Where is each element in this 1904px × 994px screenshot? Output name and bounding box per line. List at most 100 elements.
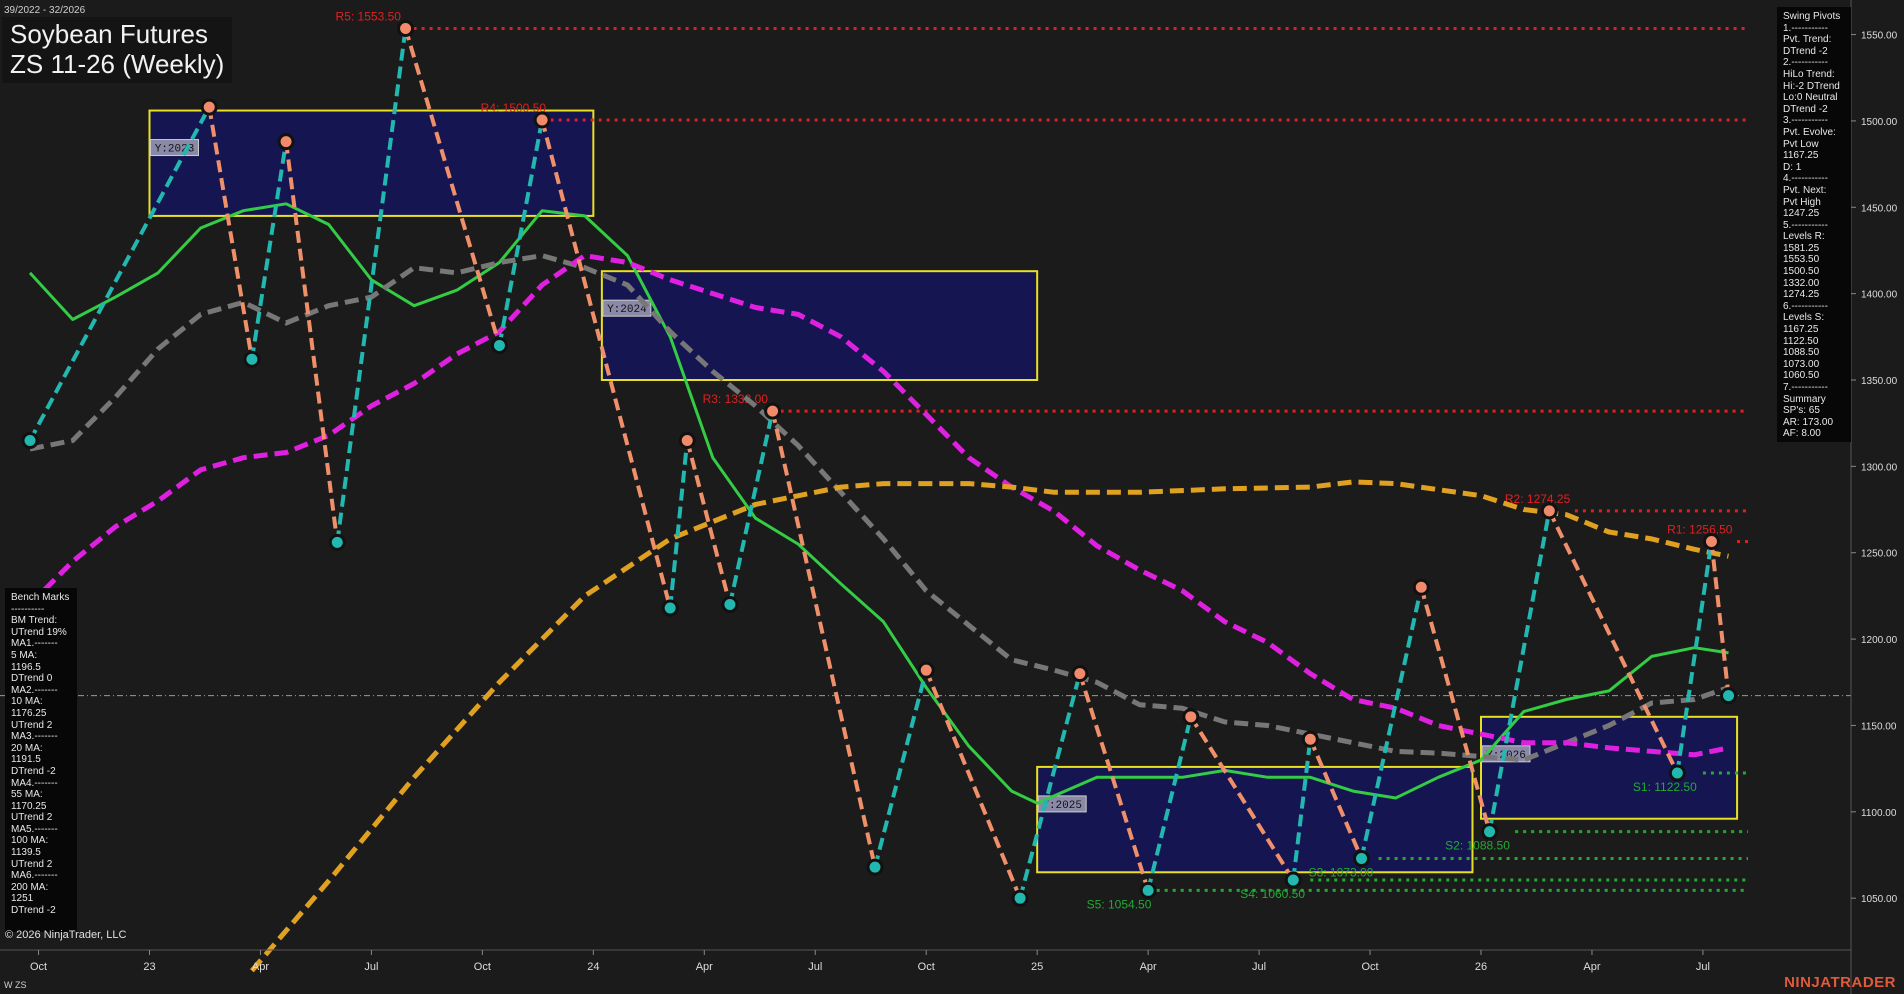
year-box-label: Y:2025 (1042, 800, 1082, 812)
support-label: S2: 1088.50 (1445, 839, 1510, 853)
pivot-low-marker (721, 596, 739, 614)
panel-line: 1122.50 (1783, 335, 1819, 347)
y-tick-label: 1500.00 (1861, 117, 1898, 128)
panel-line: D: 1 (1783, 161, 1802, 173)
panel-line: 6.----------- (1783, 300, 1828, 312)
panel-line: MA6.------- (11, 870, 58, 882)
panel-line: 1332.00 (1783, 277, 1820, 289)
panel-line: 100 MA: (11, 835, 49, 847)
ninjatrader-logo: NINJATRADER (1784, 974, 1896, 991)
x-tick-label: 24 (587, 961, 599, 973)
panel-line: UTrend 2 (11, 858, 53, 870)
panel-line: 1176.25 (11, 707, 47, 719)
panel-line: MA3.------- (11, 731, 58, 743)
y-tick-label: 1200.00 (1861, 635, 1898, 646)
panel-line: 1553.50 (1783, 254, 1820, 266)
y-tick-label: 1450.00 (1861, 203, 1898, 214)
x-tick-label: Apr (696, 961, 713, 973)
panel-line: Pvt. Evolve: (1783, 126, 1836, 138)
pivot-low-marker (661, 599, 679, 617)
pivot-high-marker (1182, 708, 1200, 726)
panel-line: 7.----------- (1783, 382, 1828, 393)
swing-pivots-panel: Swing Pivots 1.----------- Pvt. Trend: DTre… (1777, 7, 1851, 442)
pivot-low-marker (1011, 889, 1029, 907)
panel-line: 1581.25 (1783, 242, 1820, 254)
pivot-high-marker (1702, 533, 1720, 550)
panel-line: 1088.50 (1783, 347, 1820, 359)
x-tick-label: Apr (1140, 961, 1157, 973)
panel-line: Pvt Low (1783, 138, 1819, 150)
bench-marks-panel: Bench Marks ---------- BM Trend: UTrend 19%… (5, 588, 77, 932)
pivot-low-marker (1284, 871, 1302, 889)
resistance-label: R4: 1500.50 (481, 101, 547, 115)
symbol-tag: W ZS (4, 980, 27, 990)
panel-line: 5 MA: (11, 649, 38, 661)
x-tick-label: Oct (1361, 961, 1378, 973)
y-tick-label: 1350.00 (1861, 376, 1898, 387)
panel-line: Swing Pivots (1783, 11, 1841, 22)
panel-line: Levels S: (1783, 312, 1825, 324)
pivot-low-marker (866, 858, 884, 876)
copyright-text: © 2026 NinjaTrader, LLC (5, 929, 127, 941)
contract-name: ZS 11-26 (Weekly) (10, 49, 225, 79)
panel-line: MA2.------- (11, 684, 58, 696)
panel-line: 4.----------- (1783, 173, 1828, 185)
pivot-low-marker (1139, 881, 1157, 899)
panel-line: MA1.------- (11, 638, 58, 650)
panel-line: DTrend -2 (11, 765, 56, 777)
panel-line: 1139.5 (11, 847, 41, 859)
x-tick-label: Apr (252, 961, 269, 973)
resistance-label: R2: 1274.25 (1505, 492, 1571, 506)
panel-line: Pvt. Trend: (1783, 34, 1832, 46)
resistance-label: R5: 1553.50 (336, 10, 402, 24)
instrument-name: Soybean Futures (10, 19, 209, 49)
date-range: 39/2022 - 32/2026 (4, 5, 86, 16)
panel-line: 10 MA: (11, 696, 43, 708)
pivot-high-marker (764, 402, 782, 420)
panel-line: 1073.00 (1783, 358, 1820, 370)
panel-line: 200 MA: (11, 881, 49, 893)
x-tick-label: Jul (1252, 961, 1266, 973)
panel-line: UTrend 2 (11, 719, 53, 731)
y-tick-label: 1400.00 (1861, 290, 1898, 301)
panel-line: Pvt High (1783, 196, 1821, 208)
year-box-label: Y:2024 (607, 304, 647, 316)
panel-line: DTrend -2 (1783, 103, 1828, 115)
panel-line: 2.----------- (1783, 57, 1828, 69)
panel-line: BM Trend: (11, 615, 58, 627)
x-tick-label: Apr (1583, 961, 1600, 973)
x-tick-label: Oct (918, 961, 935, 973)
support-label: S4: 1060.50 (1240, 887, 1305, 901)
year-box (1036, 765, 1474, 874)
pivot-high-marker (200, 98, 218, 116)
pivot-high-marker (533, 111, 551, 129)
pivot-high-marker (1301, 730, 1319, 748)
x-tick-label: Jul (808, 961, 822, 973)
x-tick-label: 25 (1031, 961, 1043, 973)
pivot-low-marker (1481, 823, 1499, 841)
y-tick-label: 1250.00 (1861, 549, 1898, 560)
price-chart[interactable]: Y:2023Y:2024Y:2025Y:2026 R5: 1553.50R4: … (0, 0, 1904, 994)
panel-line: UTrend 2 (11, 812, 53, 824)
panel-line: ---------- (11, 603, 45, 615)
pivot-low-marker (490, 336, 508, 354)
y-tick-label: 1300.00 (1861, 462, 1898, 473)
pivot-high-marker (917, 661, 935, 679)
pivot-high-marker (397, 20, 415, 37)
resistance-label: R1: 1256.50 (1667, 523, 1733, 537)
panel-line: 1500.50 (1783, 266, 1820, 278)
pivot-low-marker (1353, 849, 1371, 867)
panel-line: 1191.5 (11, 754, 41, 766)
x-tick-label: Oct (474, 961, 491, 973)
support-label: S3: 1073.00 (1309, 865, 1374, 879)
support-label: S5: 1054.50 (1087, 897, 1152, 911)
pivot-low-marker (21, 431, 39, 449)
y-tick-label: 1150.00 (1861, 721, 1897, 732)
pivot-low-marker (1720, 687, 1738, 705)
pivot-high-marker (277, 133, 295, 151)
panel-line: UTrend 19% (11, 626, 67, 638)
panel-line: Summary (1783, 393, 1826, 405)
panel-line: DTrend -2 (11, 905, 56, 917)
panel-line: MA4.------- (11, 777, 58, 789)
x-tick-label: 26 (1475, 961, 1487, 973)
